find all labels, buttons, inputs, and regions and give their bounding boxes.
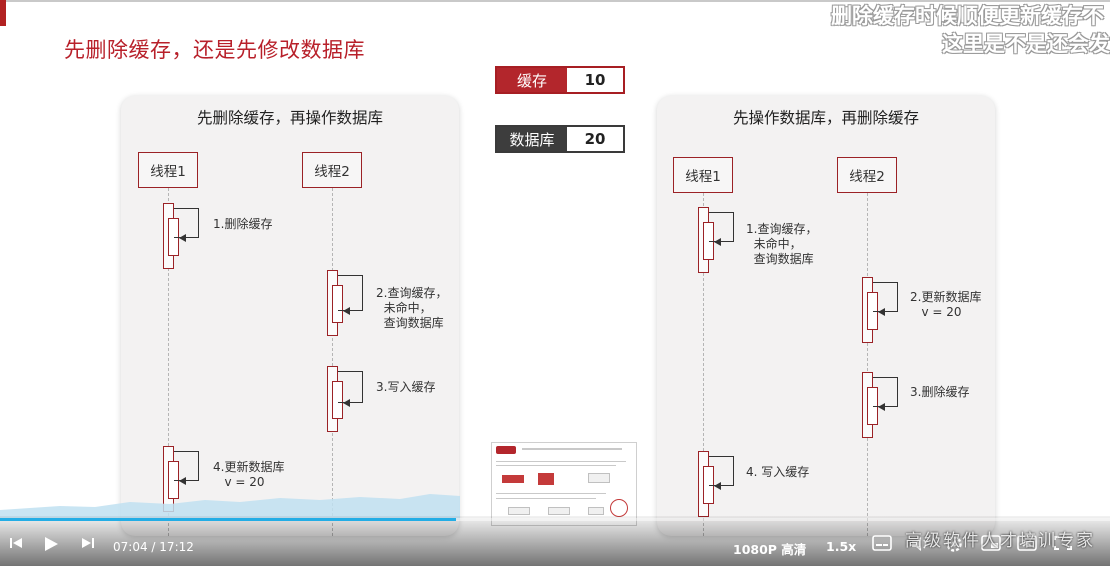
thumb-text-line bbox=[496, 461, 626, 462]
db-value: 20 bbox=[567, 127, 623, 151]
time-separator: / bbox=[151, 540, 156, 554]
thumb-text-line bbox=[496, 498, 596, 499]
arrow-head bbox=[714, 482, 721, 490]
slide-title: 先删除缓存，还是先修改数据库 bbox=[64, 38, 365, 62]
left-sequence-panel: 先删除缓存，再操作数据库 线程1 线程2 1.删除缓存 2.查询缓存， 未命中，… bbox=[121, 96, 459, 536]
left-thread2-box: 线程2 bbox=[302, 152, 362, 188]
thumb-shape bbox=[502, 475, 524, 483]
danmaku-comment: 这里是不是还会发 bbox=[942, 32, 1110, 56]
thumb-shape bbox=[588, 507, 604, 515]
quality-button[interactable]: 1080P 高清 bbox=[733, 539, 806, 558]
right-thread2-lifeline bbox=[867, 193, 868, 536]
arrow-head bbox=[714, 238, 721, 246]
cache-state-box: 缓存 10 bbox=[495, 66, 625, 94]
self-call-arrow bbox=[338, 371, 363, 403]
speed-button[interactable]: 1.5x bbox=[826, 539, 856, 554]
self-call-arrow bbox=[709, 456, 734, 486]
right-thread1-box: 线程1 bbox=[673, 157, 733, 193]
thumb-shape bbox=[538, 473, 554, 485]
cache-label: 缓存 bbox=[497, 68, 567, 92]
duration: 17:12 bbox=[159, 540, 194, 554]
self-call-arrow bbox=[873, 282, 898, 312]
arrow-head bbox=[878, 308, 885, 316]
arrow-head bbox=[179, 477, 186, 485]
right-panel-title: 先操作数据库，再删除缓存 bbox=[732, 109, 919, 127]
progress-fill[interactable] bbox=[0, 518, 456, 521]
time-display: 07:04 / 17:12 bbox=[113, 540, 194, 554]
right-step-label: 3.删除缓存 bbox=[910, 385, 970, 399]
self-call-arrow bbox=[709, 212, 734, 242]
subtitle-icon[interactable] bbox=[872, 535, 892, 551]
thumb-shape bbox=[588, 473, 610, 483]
self-call-arrow bbox=[873, 377, 898, 407]
skip-back-icon[interactable] bbox=[8, 535, 24, 551]
right-step-label: 4. 写入缓存 bbox=[746, 465, 810, 479]
slide-preview-thumbnail[interactable] bbox=[491, 442, 637, 526]
thumb-text-line bbox=[496, 465, 616, 466]
self-call-arrow bbox=[338, 275, 363, 311]
thumb-text-line bbox=[522, 448, 622, 450]
arrow-head bbox=[343, 307, 350, 315]
thumb-shape bbox=[548, 507, 570, 515]
left-thread2-lifeline bbox=[332, 188, 333, 536]
left-step-label: 1.删除缓存 bbox=[213, 217, 273, 231]
thumb-shape bbox=[508, 507, 530, 515]
arrow-head bbox=[343, 399, 350, 407]
right-thread2-box: 线程2 bbox=[837, 157, 897, 193]
skip-forward-icon[interactable] bbox=[80, 535, 96, 551]
arrow-head bbox=[878, 403, 885, 411]
current-time: 07:04 bbox=[113, 540, 148, 554]
thumb-text-line bbox=[496, 493, 606, 494]
cache-value: 10 bbox=[567, 68, 623, 92]
thumb-logo bbox=[496, 446, 516, 454]
right-sequence-panel: 先操作数据库，再删除缓存 线程1 线程2 1.查询缓存， 未命中， 查询数据库 … bbox=[657, 96, 995, 536]
self-call-arrow bbox=[174, 208, 199, 238]
play-icon[interactable] bbox=[42, 535, 60, 553]
left-step-label: 3.写入缓存 bbox=[376, 380, 436, 394]
left-thread1-box: 线程1 bbox=[138, 152, 198, 188]
danmaku-comment: 删除缓存时候顺便更新缓存不 bbox=[831, 4, 1104, 28]
left-step-label: 4.更新数据库 v = 20 bbox=[213, 460, 285, 489]
db-label: 数据库 bbox=[497, 127, 567, 151]
right-step-label: 1.查询缓存， 未命中， 查询数据库 bbox=[746, 222, 818, 266]
watermark-text: 高级软件人才培训专家 bbox=[905, 531, 1095, 551]
left-step-label: 2.查询缓存， 未命中， 查询数据库 bbox=[376, 286, 448, 330]
right-step-label: 2.更新数据库 v = 20 bbox=[910, 290, 982, 319]
arrow-head bbox=[179, 234, 186, 242]
left-panel-title: 先删除缓存，再操作数据库 bbox=[196, 109, 383, 127]
db-state-box: 数据库 20 bbox=[495, 125, 625, 153]
thumb-badge bbox=[610, 499, 628, 517]
top-accent bbox=[0, 0, 6, 26]
self-call-arrow bbox=[174, 451, 199, 481]
bilibili-tv-icon[interactable] bbox=[1034, 452, 1094, 508]
